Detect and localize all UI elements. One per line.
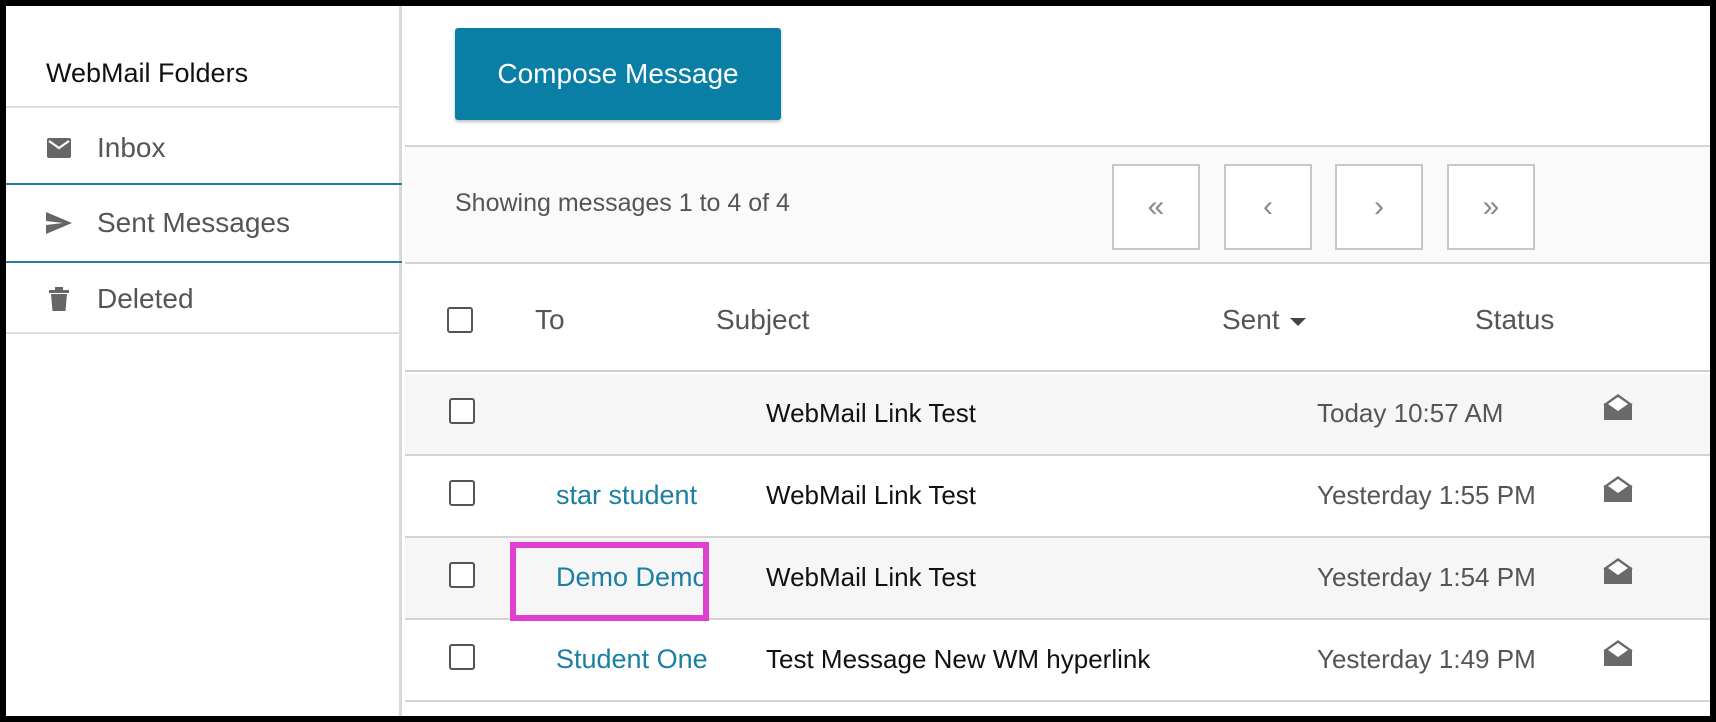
sent-date: Yesterday 1:54 PM <box>1317 562 1536 592</box>
sidebar-item-label: Inbox <box>97 132 166 163</box>
next-page-button[interactable]: › <box>1335 164 1423 250</box>
table-row[interactable]: Student One Test Message New WM hyperlin… <box>405 620 1710 702</box>
column-header-label: Sent <box>1222 304 1280 335</box>
envelope-icon <box>46 135 72 161</box>
first-page-button[interactable]: « <box>1112 164 1200 250</box>
send-icon <box>46 210 72 236</box>
sidebar-item-inbox[interactable]: Inbox <box>6 108 402 188</box>
column-header-label: Status <box>1475 304 1555 335</box>
read-envelope-icon <box>1602 556 1636 590</box>
table-row[interactable]: Demo Demo WebMail Link Test Yesterday 1:… <box>405 538 1710 620</box>
row-checkbox[interactable] <box>449 398 475 424</box>
table-header: To Subject Sent Status <box>405 264 1710 372</box>
select-all-checkbox[interactable] <box>447 307 473 333</box>
sent-date: Yesterday 1:55 PM <box>1317 480 1536 510</box>
pagination-status: Showing messages 1 to 4 of 4 <box>455 189 790 217</box>
subject-link[interactable]: WebMail Link Test <box>766 480 976 511</box>
last-page-button[interactable]: » <box>1447 164 1535 250</box>
column-header-sent[interactable]: Sent <box>1222 304 1306 336</box>
subject-link[interactable]: Test Message New WM hyperlink <box>766 644 1150 675</box>
sidebar-item-label: Deleted <box>97 283 194 314</box>
sort-descending-icon <box>1289 317 1306 326</box>
sidebar-item-label: Sent Messages <box>97 207 290 238</box>
read-envelope-icon <box>1602 392 1636 426</box>
column-header-label: To <box>535 304 565 335</box>
row-checkbox[interactable] <box>449 644 475 670</box>
column-header-status[interactable]: Status <box>1475 304 1554 336</box>
sent-date: Today 10:57 AM <box>1317 398 1504 428</box>
folder-sidebar: WebMail Folders Inbox Sent Messages Dele… <box>6 6 402 716</box>
row-checkbox[interactable] <box>449 562 475 588</box>
read-envelope-icon <box>1602 638 1636 672</box>
table-row[interactable]: star student WebMail Link Test Yesterday… <box>405 456 1710 538</box>
column-header-label: Subject <box>716 304 810 335</box>
sidebar-title: WebMail Folders <box>46 58 249 88</box>
divider <box>6 332 402 334</box>
read-envelope-icon <box>1602 474 1636 508</box>
subject-link[interactable]: WebMail Link Test <box>766 562 976 593</box>
previous-page-button[interactable]: ‹ <box>1224 164 1312 250</box>
column-header-to[interactable]: To <box>535 304 565 336</box>
table-row[interactable]: WebMail Link Test Today 10:57 AM <box>405 374 1710 456</box>
message-list-panel: Compose Message Showing messages 1 to 4 … <box>405 6 1710 716</box>
recipient-link[interactable]: star student <box>556 480 697 511</box>
compose-message-button[interactable]: Compose Message <box>455 28 781 120</box>
trash-icon <box>46 286 72 312</box>
sidebar-item-deleted[interactable]: Deleted <box>6 259 402 339</box>
recipient-link[interactable]: Demo Demo <box>556 562 708 593</box>
sidebar-item-sent-messages[interactable]: Sent Messages <box>6 183 402 263</box>
sent-date: Yesterday 1:49 PM <box>1317 644 1536 674</box>
column-header-subject[interactable]: Subject <box>716 304 809 336</box>
pagination-bar: Showing messages 1 to 4 of 4 « ‹ › » <box>405 145 1710 264</box>
row-checkbox[interactable] <box>449 480 475 506</box>
recipient-link[interactable]: Student One <box>556 644 708 675</box>
subject-link[interactable]: WebMail Link Test <box>766 398 976 429</box>
webmail-window: WebMail Folders Inbox Sent Messages Dele… <box>6 6 1710 716</box>
